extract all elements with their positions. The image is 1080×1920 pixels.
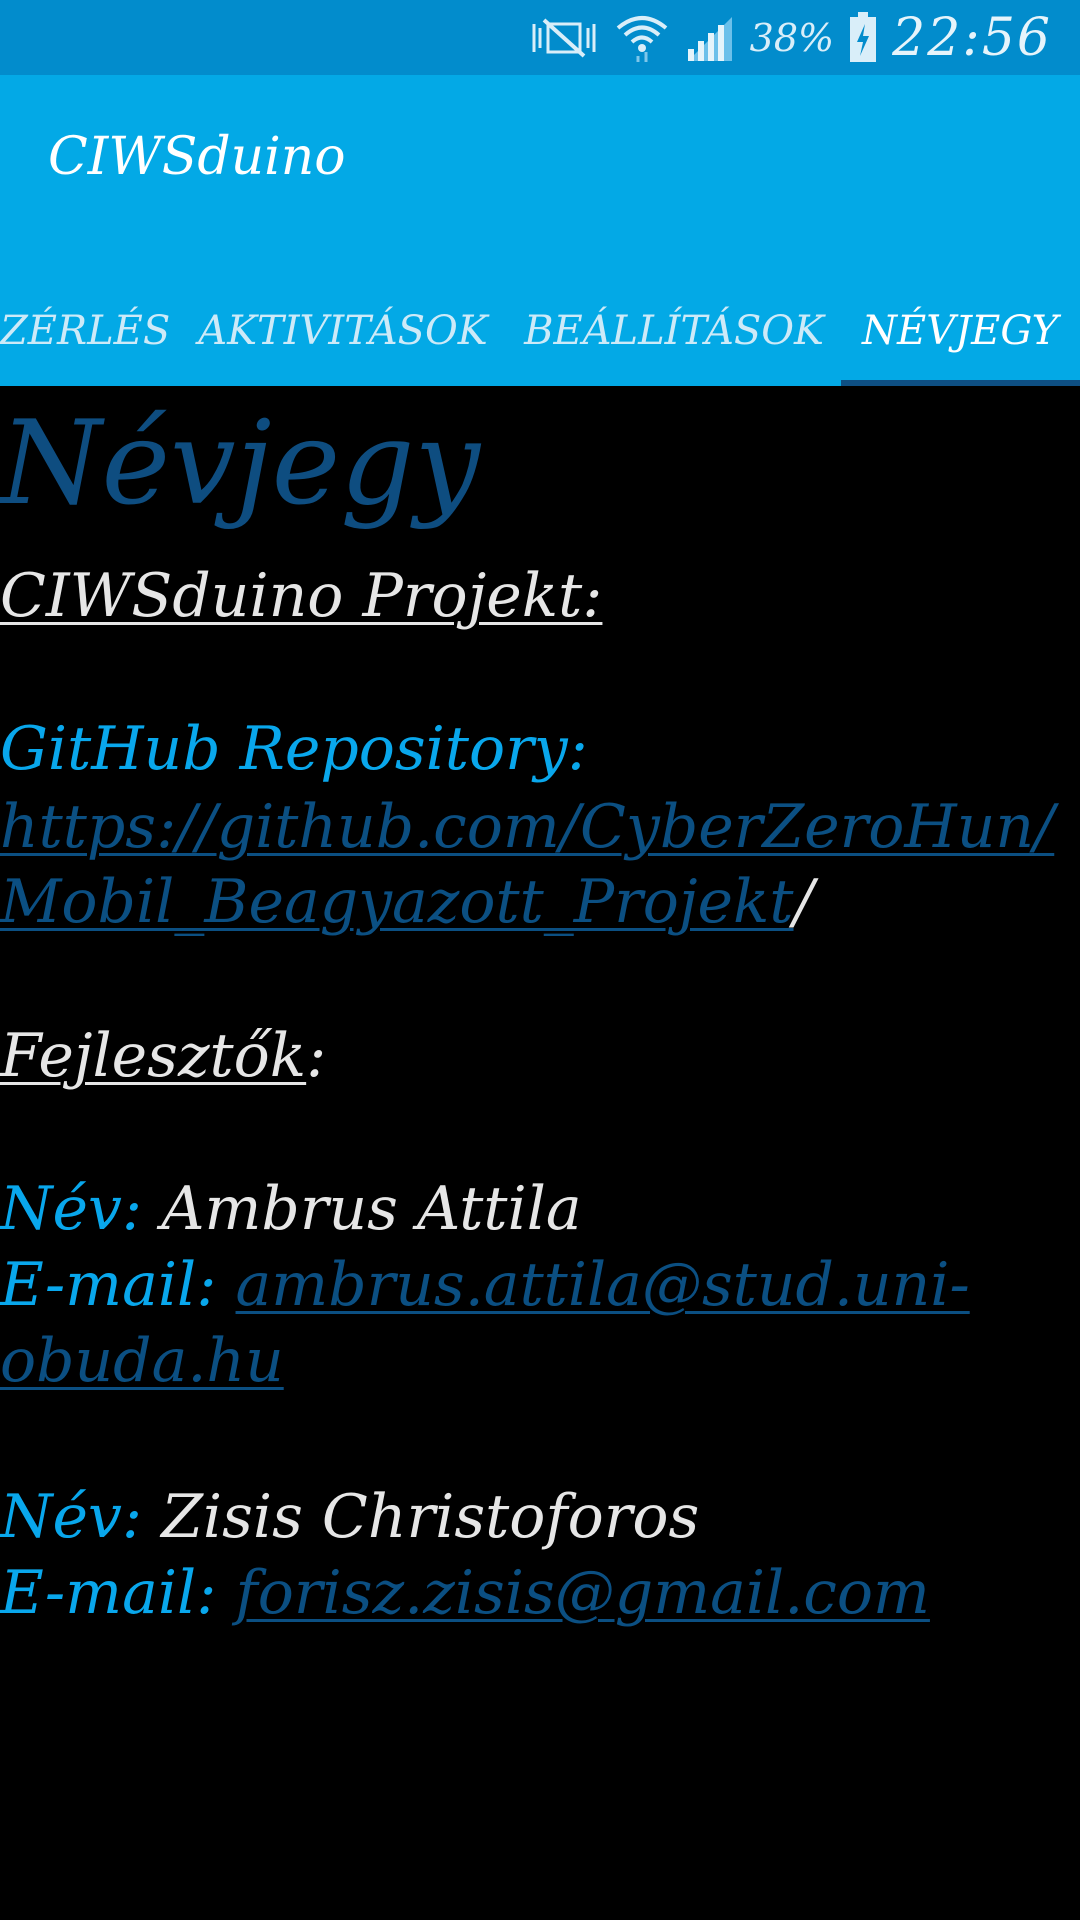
repo-link-line1[interactable]: https://github.com/CyberZeroHun/ (0, 789, 1054, 865)
name-label: Név: (0, 1482, 143, 1552)
repo-link-text-2[interactable]: Mobil_Beagyazott_Projekt (0, 867, 794, 937)
status-clock: 22:56 (892, 7, 1052, 68)
wifi-icon (614, 12, 670, 64)
repo-label: GitHub Repository: (0, 714, 588, 784)
app-title: CIWSduino (48, 127, 346, 187)
vibrate-mute-icon (528, 14, 600, 62)
app-bar: CIWSduino ZÉRLÉS AKTIVITÁSOK BEÁLLÍTÁSOK… (0, 75, 1080, 386)
project-label: CIWSduino Projekt: (0, 561, 603, 631)
developer-1-email-link-cont[interactable]: obuda.hu (0, 1326, 284, 1396)
page-title: Névjegy (0, 396, 481, 531)
developer-2-email-link[interactable]: forisz.zisis@gmail.com (236, 1558, 930, 1628)
battery-charging-icon (848, 11, 878, 64)
battery-percent: 38% (749, 15, 835, 60)
status-icons: 38% 22:56 (528, 0, 1052, 75)
signal-icon (684, 13, 736, 63)
tab-aktivitasok[interactable]: AKTIVITÁSOK (198, 275, 487, 386)
developer-1-email-link[interactable]: ambrus.attila@stud.uni- (236, 1250, 970, 1320)
repo-link-trailing-slash: / (793, 867, 814, 937)
developers-colon: : (306, 1021, 327, 1091)
tab-vezerles[interactable]: ZÉRLÉS (0, 275, 170, 386)
developer-2-name-row: Név: Zisis Christoforos (0, 1479, 699, 1555)
email-label: E-mail: (0, 1250, 217, 1320)
active-tab-indicator (841, 380, 1080, 386)
developer-1-name-row: Név: Ambrus Attila (0, 1171, 582, 1247)
status-bar: 38% 22:56 (0, 0, 1080, 75)
developer-2-name: Zisis Christoforos (161, 1482, 700, 1552)
developers-heading: Fejlesztők: (0, 1018, 326, 1094)
developers-label: Fejlesztők (0, 1021, 307, 1091)
repo-link-text-1[interactable]: https://github.com/CyberZeroHun/ (0, 792, 1054, 862)
developer-1-name: Ambrus Attila (161, 1174, 582, 1244)
developer-1-email-row: E-mail: ambrus.attila@stud.uni- (0, 1247, 970, 1323)
tab-nevjegy[interactable]: NÉVJEGY (860, 275, 1060, 386)
repo-link-line2[interactable]: Mobil_Beagyazott_Projekt/ (0, 864, 814, 940)
developer-2-email-row: E-mail: forisz.zisis@gmail.com (0, 1555, 930, 1631)
name-label: Név: (0, 1174, 143, 1244)
developer-1-email-row-2[interactable]: obuda.hu (0, 1323, 284, 1399)
email-label: E-mail: (0, 1558, 217, 1628)
tab-strip: ZÉRLÉS AKTIVITÁSOK BEÁLLÍTÁSOK NÉVJEGY (0, 275, 1080, 386)
tab-beallitasok[interactable]: BEÁLLÍTÁSOK (524, 275, 824, 386)
